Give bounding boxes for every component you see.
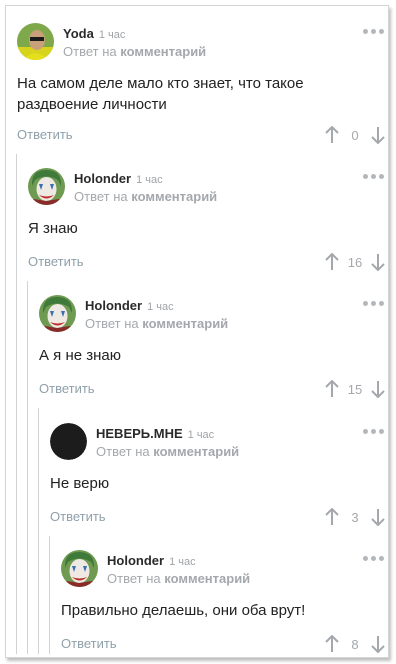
comment-text: Я знаю (28, 218, 78, 239)
timestamp: 1 час (187, 429, 215, 441)
author-label: Holonder (74, 171, 132, 186)
thread-line (16, 154, 17, 654)
comment-text: Правильно делаешь, они оба врут! (61, 600, 305, 621)
downvote-arrow-icon[interactable] (371, 253, 385, 271)
reply-prefix: Ответ на (74, 189, 128, 204)
author-name[interactable]: НЕВЕРЬ.МНЕ 1 час (96, 426, 214, 441)
thread-line (27, 281, 28, 654)
author-label: Holonder (85, 298, 143, 313)
author-label: Holonder (107, 553, 165, 568)
vote-block: 8 (325, 635, 385, 655)
downvote-arrow-icon[interactable] (371, 635, 385, 653)
more-options-icon[interactable] (363, 29, 385, 35)
thread-line (38, 408, 39, 654)
thread-line (49, 536, 50, 654)
reply-button[interactable]: Ответить (17, 127, 73, 142)
vote-count: 0 (351, 128, 359, 143)
reply-button[interactable]: Ответить (61, 636, 117, 651)
downvote-arrow-icon[interactable] (371, 126, 385, 144)
upvote-arrow-icon[interactable] (325, 508, 339, 526)
reply-button[interactable]: Ответить (39, 381, 95, 396)
reply-prefix: Ответ на (107, 571, 161, 586)
author-name[interactable]: Holonder 1 час (74, 171, 163, 186)
avatar[interactable] (50, 423, 87, 460)
parent-comment-link[interactable]: комментарий (142, 316, 228, 331)
avatar[interactable] (28, 168, 65, 205)
joker-avatar-icon (28, 168, 65, 205)
reply-to-line: Ответ на комментарий (107, 571, 250, 586)
upvote-arrow-icon[interactable] (325, 635, 339, 653)
vote-block: 3 (325, 508, 385, 528)
reply-button[interactable]: Ответить (50, 509, 106, 524)
avatar[interactable] (39, 295, 76, 332)
avatar[interactable] (17, 23, 54, 60)
vote-count: 3 (351, 510, 359, 525)
more-options-icon[interactable] (363, 301, 385, 307)
more-options-icon[interactable] (363, 429, 385, 435)
comment-text-line: Я знаю (28, 220, 78, 237)
joker-avatar-icon (39, 295, 76, 332)
reply-to-line: Ответ на комментарий (63, 44, 206, 59)
timestamp: 1 час (98, 29, 126, 41)
comment-text-line: На самом деле мало кто знает, что такое (17, 75, 304, 92)
more-options-icon[interactable] (363, 556, 385, 562)
author-label: Yoda (63, 26, 94, 41)
comment-text: На самом деле мало кто знает, что такое … (17, 73, 304, 115)
timestamp: 1 час (169, 556, 196, 568)
parent-comment-link[interactable]: комментарий (131, 189, 217, 204)
vote-block: 16 (325, 253, 385, 273)
black-circle-avatar-icon (50, 423, 87, 460)
avatar[interactable] (61, 550, 98, 587)
downvote-arrow-icon[interactable] (371, 380, 385, 398)
photo-avatar-icon (17, 23, 54, 60)
vote-block: 0 (325, 126, 385, 146)
timestamp: 1 час (147, 301, 174, 313)
author-name[interactable]: Yoda 1 час (63, 26, 125, 41)
timestamp: 1 час (136, 174, 163, 186)
upvote-arrow-icon[interactable] (325, 253, 339, 271)
reply-to-line: Ответ на комментарий (74, 189, 217, 204)
author-label: НЕВЕРЬ.МНЕ (96, 426, 183, 441)
comment-text-line: Правильно делаешь, они оба врут! (61, 602, 306, 619)
reply-to-line: Ответ на комментарий (85, 316, 228, 331)
joker-avatar-icon (61, 550, 98, 587)
reply-to-line: Ответ на комментарий (96, 444, 239, 459)
reply-prefix: Ответ на (96, 444, 150, 459)
upvote-arrow-icon[interactable] (325, 126, 339, 144)
vote-count: 8 (351, 637, 359, 652)
vote-count: 15 (347, 382, 363, 397)
parent-comment-link[interactable]: комментарий (153, 444, 239, 459)
comment-text: А я не знаю (39, 345, 121, 366)
author-name[interactable]: Holonder 1 час (85, 298, 174, 313)
reply-prefix: Ответ на (85, 316, 139, 331)
vote-block: 15 (325, 380, 385, 400)
comment-text-line: раздвоение личности (17, 96, 167, 113)
author-name[interactable]: Holonder 1 час (107, 553, 196, 568)
comment-text-line: А я не знаю (39, 347, 122, 364)
more-options-icon[interactable] (363, 174, 385, 180)
reply-prefix: Ответ на (63, 44, 117, 59)
parent-comment-link[interactable]: комментарий (120, 44, 206, 59)
upvote-arrow-icon[interactable] (325, 380, 339, 398)
comment-text-line: Не верю (50, 475, 110, 492)
vote-count: 16 (347, 255, 363, 270)
downvote-arrow-icon[interactable] (371, 508, 385, 526)
reply-button[interactable]: Ответить (28, 254, 84, 269)
parent-comment-link[interactable]: комментарий (164, 571, 250, 586)
comment-thread-frame: Yoda 1 час Ответ на комментарий На самом … (5, 5, 389, 658)
comment-text: Не верю (50, 473, 109, 494)
